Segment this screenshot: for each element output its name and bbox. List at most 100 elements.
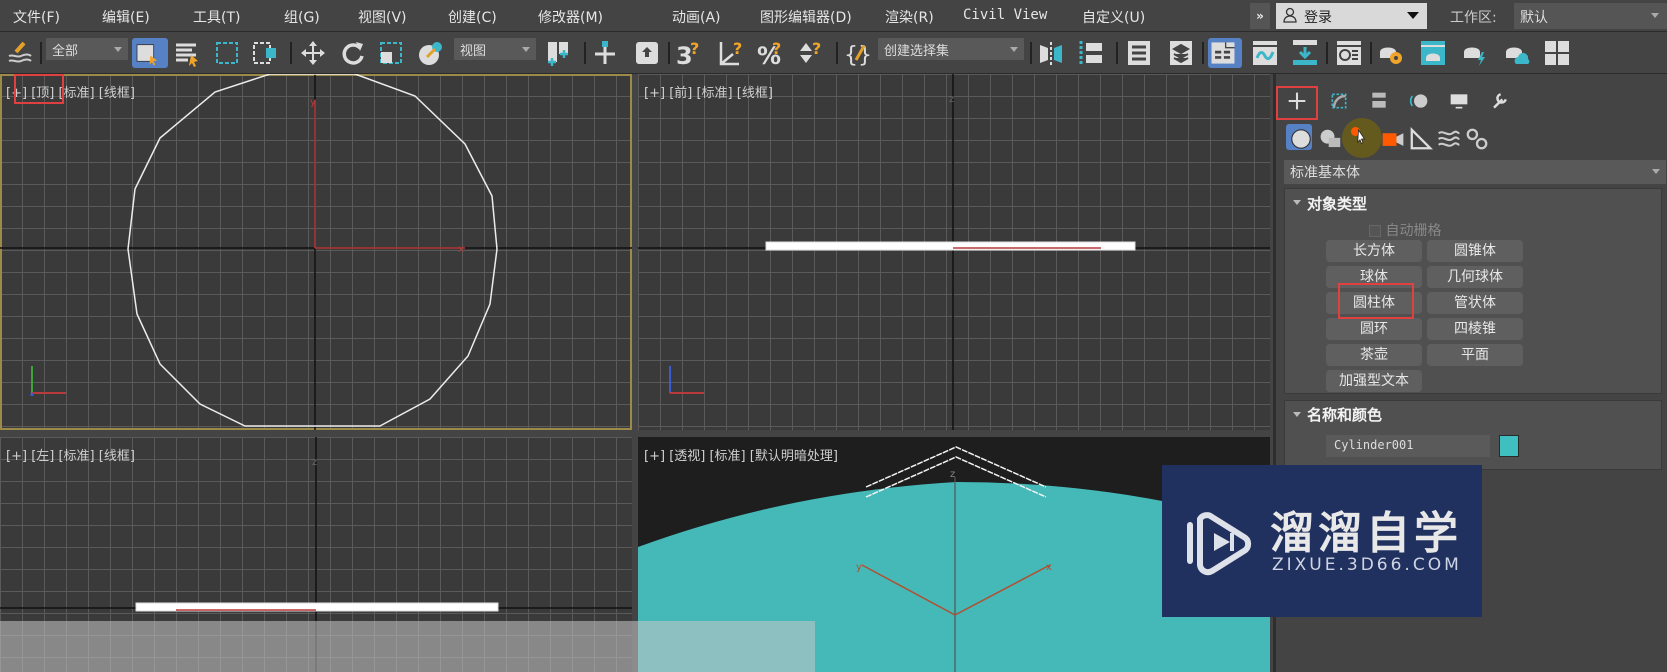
viewport-menu-plus[interactable]: [+] (644, 86, 665, 101)
render-setup-icon[interactable] (1376, 38, 1406, 68)
keyboard-shortcut-icon[interactable] (632, 38, 662, 68)
viewport-shading-mode[interactable]: [默认明暗处理] (750, 449, 838, 464)
curve-editor-icon[interactable] (1250, 38, 1280, 68)
name-color-title[interactable]: 名称和颜色 (1307, 404, 1382, 425)
viewport-point-of-view[interactable]: [透视] (669, 449, 705, 464)
select-object-button[interactable] (132, 38, 168, 68)
helpers-category-icon[interactable] (1406, 124, 1434, 150)
chevron-down-icon (1010, 47, 1018, 52)
motion-tab-icon[interactable] (1404, 86, 1440, 122)
svg-text:z: z (950, 469, 955, 480)
render-icon[interactable] (1460, 38, 1490, 68)
plane-button[interactable]: 平面 (1427, 344, 1523, 366)
collapse-triangle-icon[interactable] (1293, 412, 1301, 417)
torus-button[interactable]: 圆环 (1326, 318, 1422, 340)
menu-edit[interactable]: 编辑(E) (102, 7, 150, 27)
viewport-front[interactable]: z [+] [前] [标准] [线框] (638, 74, 1270, 430)
mirror-icon[interactable] (1036, 38, 1066, 68)
viewport-shading-standard[interactable]: [标准] (58, 449, 94, 464)
viewport-shading-standard[interactable]: [标准] (709, 449, 745, 464)
percent-snap-icon[interactable]: %? (756, 38, 786, 70)
teapot-button[interactable]: 茶壶 (1326, 344, 1422, 366)
move-icon[interactable] (298, 38, 328, 68)
collapse-triangle-icon[interactable] (1293, 200, 1301, 205)
menu-civil-view[interactable]: Civil View (963, 7, 1047, 23)
viewport-shading-mode[interactable]: [线框] (99, 86, 135, 101)
viewport-shading-mode[interactable]: [线框] (99, 449, 135, 464)
viewport-layouts-icon[interactable] (1542, 38, 1572, 68)
snap-3d-icon[interactable]: 3? (674, 38, 704, 70)
status-bar-overlay (0, 621, 815, 672)
viewport-shading-standard[interactable]: [标准] (696, 86, 732, 101)
cameras-category-icon[interactable] (1378, 124, 1404, 150)
utilities-tab-icon[interactable] (1484, 86, 1520, 122)
viewport-menu-plus[interactable]: [+] (644, 449, 665, 464)
box-button[interactable]: 长方体 (1326, 240, 1422, 262)
shapes-category-icon[interactable] (1316, 124, 1342, 150)
menu-tools[interactable]: 工具(T) (193, 7, 240, 27)
select-by-name-icon[interactable] (172, 38, 202, 68)
select-manipulate-icon[interactable] (590, 38, 620, 68)
toggle-ribbon-button[interactable] (1208, 38, 1242, 68)
modify-tab-icon[interactable] (1324, 86, 1360, 122)
viewport-point-of-view[interactable]: [左] (31, 449, 54, 464)
scale-icon[interactable] (376, 38, 406, 68)
object-type-title[interactable]: 对象类型 (1307, 193, 1367, 214)
systems-category-icon[interactable] (1462, 124, 1488, 150)
lights-category-icon[interactable] (1342, 118, 1382, 158)
menu-group[interactable]: 组(G) (284, 7, 320, 27)
display-tab-icon[interactable] (1444, 86, 1480, 122)
tube-button[interactable]: 管状体 (1427, 292, 1523, 314)
menu-rendering[interactable]: 渲染(R) (885, 7, 934, 27)
rendered-frame-icon[interactable] (1418, 38, 1448, 68)
menu-overflow-button[interactable]: » (1250, 3, 1270, 29)
menu-views[interactable]: 视图(V) (358, 7, 407, 27)
menu-create[interactable]: 创建(C) (448, 7, 497, 27)
reference-coord-dropdown[interactable]: 视图 (454, 38, 536, 60)
svg-text:y: y (856, 562, 862, 573)
link-icon[interactable] (4, 38, 34, 68)
layer-explorer-icon[interactable] (1166, 38, 1196, 68)
viewport-point-of-view[interactable]: [前] (669, 86, 692, 101)
geosphere-button[interactable]: 几何球体 (1427, 266, 1523, 288)
pivot-icon[interactable] (544, 38, 574, 68)
svg-text:?: ? (772, 39, 781, 58)
scene-explorer-icon[interactable] (1124, 38, 1154, 68)
space-warps-category-icon[interactable] (1434, 124, 1460, 150)
object-name-input[interactable]: Cylinder001 (1326, 435, 1490, 457)
object-color-swatch[interactable] (1499, 435, 1519, 457)
named-selection-set-dropdown[interactable]: 创建选择集 (878, 38, 1024, 60)
menu-animation[interactable]: 动画(A) (672, 7, 721, 27)
textplus-button[interactable]: 加强型文本 (1326, 370, 1422, 392)
window-crossing-icon[interactable] (250, 38, 280, 68)
select-place-icon[interactable] (416, 38, 446, 68)
login-dropdown[interactable]: 登录 (1276, 3, 1427, 29)
material-editor-icon[interactable] (1334, 38, 1364, 68)
menu-customize[interactable]: 自定义(U) (1082, 7, 1145, 27)
viewport-top[interactable]: y x [+] [顶] [标准] [线框] (0, 74, 632, 430)
rect-region-icon[interactable] (212, 38, 242, 68)
menu-file[interactable]: 文件(F) (13, 7, 60, 27)
menu-graph-editors[interactable]: 图形编辑器(D) (760, 7, 852, 27)
align-icon[interactable] (1076, 38, 1106, 68)
autogrid-checkbox-box[interactable] (1369, 225, 1381, 237)
hierarchy-tab-icon[interactable] (1364, 86, 1400, 122)
edit-named-sets-icon[interactable]: {} (842, 38, 872, 68)
viewport-menu-plus[interactable]: [+] (6, 449, 27, 464)
autogrid-checkbox[interactable]: 自动栅格 (1369, 220, 1441, 240)
selection-filter-dropdown[interactable]: 全部 (46, 38, 128, 60)
subcategory-dropdown[interactable]: 标准基本体 (1284, 160, 1666, 184)
schematic-view-icon[interactable] (1290, 38, 1320, 68)
geometry-category-icon[interactable] (1286, 124, 1312, 150)
workspace-label: 工作区: (1450, 10, 1497, 26)
cone-button[interactable]: 圆锥体 (1427, 240, 1523, 262)
angle-snap-icon[interactable]: ? (716, 38, 746, 68)
menu-modifiers[interactable]: 修改器(M) (538, 7, 603, 27)
render-cloud-icon[interactable] (1502, 38, 1532, 68)
workspace-dropdown[interactable]: 默认 (1514, 3, 1667, 29)
spinner-snap-icon[interactable]: ? (796, 38, 826, 68)
pyramid-button[interactable]: 四棱锥 (1427, 318, 1523, 340)
rotate-icon[interactable] (338, 38, 368, 68)
workspace-value: 默认 (1520, 10, 1548, 26)
viewport-shading-mode[interactable]: [线框] (737, 86, 773, 101)
